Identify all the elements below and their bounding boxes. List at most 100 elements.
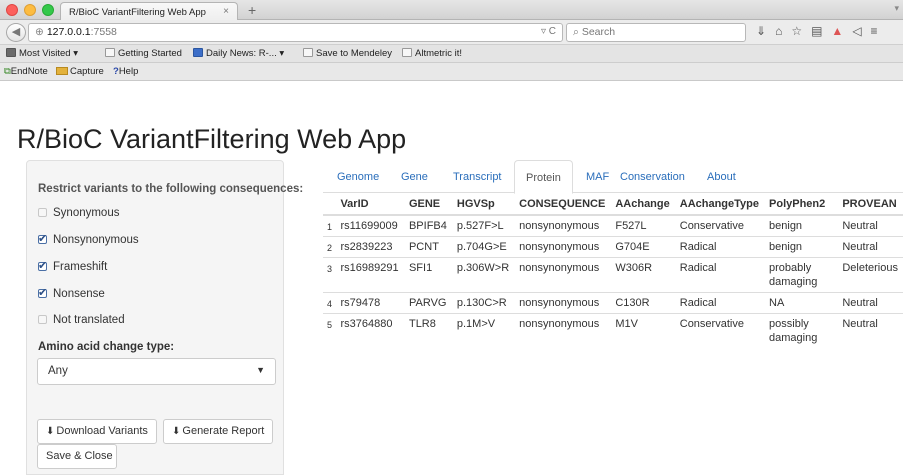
browser-navbar: ◀ ⊕ 127.0.0.1:7558 ▿ C ⌕ Search ⇓⌂☆▤▲◁≡	[0, 20, 903, 45]
cell-hgvsp: p.306W>R	[451, 257, 515, 293]
tab-bar: Genome Gene Transcript Protein MAF Conse…	[323, 160, 903, 194]
table-row[interactable]: 4 rs79478 PARVG p.130C>R nonsynonymous C…	[323, 292, 903, 314]
home-icon[interactable]: ⌂	[775, 24, 791, 38]
new-tab-button[interactable]: +	[248, 2, 256, 18]
tab-protein[interactable]: Protein	[514, 160, 573, 194]
browser-tab[interactable]: R/BioC VariantFiltering Web App ×	[60, 2, 238, 21]
row-number: 3	[323, 257, 336, 293]
search-icon: ⌕	[573, 26, 579, 38]
download-icon: ⬇	[172, 426, 181, 437]
bookmark-mendeley[interactable]: Save to Mendeley	[303, 48, 392, 59]
tab-transcript[interactable]: Transcript	[453, 160, 502, 193]
reading-list-icon[interactable]: ▤	[811, 24, 831, 38]
tab-about[interactable]: About	[707, 160, 736, 193]
menu-icon[interactable]: ≡	[871, 24, 887, 38]
cell-gene: SFI1	[403, 257, 452, 293]
cell-varid: rs2839223	[335, 236, 404, 258]
sidebar-panel: Restrict variants to the following conse…	[26, 160, 303, 475]
table-row[interactable]: 3 rs16989291 SFI1 p.306W>R nonsynonymous…	[323, 257, 903, 293]
column-header-rownum	[323, 193, 336, 216]
cell-consequence: nonsynonymous	[514, 292, 611, 314]
page-icon	[402, 48, 412, 57]
checkbox-nonsynonymous[interactable]: Nonsynonymous	[38, 232, 139, 246]
globe-icon: ⊕	[35, 26, 44, 38]
cell-consequence: nonsynonymous	[514, 313, 611, 348]
checkbox-not-translated[interactable]: Not translated	[38, 314, 125, 326]
cell-polyphen2: benign	[764, 236, 838, 258]
cell-provean: Neutral	[837, 292, 903, 314]
checkbox-frameshift[interactable]: Frameshift	[38, 259, 107, 273]
bookmark-star-icon[interactable]: ☆	[791, 24, 811, 38]
column-header-hgvsp[interactable]: HGVSp	[451, 193, 515, 216]
close-tab-icon[interactable]: ×	[223, 6, 229, 17]
cell-aachangetype: Radical	[674, 236, 765, 258]
column-header-provean[interactable]: PROVEAN	[837, 193, 903, 216]
search-placeholder: Search	[581, 26, 616, 38]
checkbox-box[interactable]	[38, 286, 47, 299]
page-icon	[303, 48, 313, 57]
search-input[interactable]: ⌕ Search	[566, 23, 746, 42]
checkbox-box[interactable]	[38, 315, 47, 324]
maximize-window-button[interactable]	[42, 4, 54, 16]
column-header-polyphen2[interactable]: PolyPhen2	[764, 193, 838, 216]
cell-aachange: F527L	[610, 214, 675, 237]
bookmark-most-visited[interactable]: Most Visited ▾	[6, 48, 78, 59]
cell-provean: Neutral	[837, 236, 903, 258]
page-icon	[105, 48, 115, 57]
download-variants-button[interactable]: ⬇ Download Variants	[37, 419, 157, 444]
cell-varid: rs79478	[335, 292, 404, 314]
addon-icon[interactable]: ▲	[831, 24, 852, 38]
variants-table: VarID GENE HGVSp CONSEQUENCE AAchange AA…	[323, 193, 903, 348]
bookmark-getting-started[interactable]: Getting Started	[105, 48, 182, 59]
checkbox-box[interactable]	[38, 232, 47, 245]
aa-change-type-select[interactable]: Any ▼	[37, 358, 276, 385]
aa-change-type-label: Amino acid change type:	[38, 341, 175, 353]
download-icon[interactable]: ⇓	[756, 24, 775, 38]
column-header-gene[interactable]: GENE	[403, 193, 452, 216]
column-header-consequence[interactable]: CONSEQUENCE	[514, 193, 611, 216]
capture-button[interactable]: Capture	[56, 66, 104, 77]
checkbox-nonsense[interactable]: Nonsense	[38, 286, 105, 300]
checkbox-box[interactable]	[38, 259, 47, 272]
column-header-aachangetype[interactable]: AAchangeType	[674, 193, 765, 216]
folder-icon	[6, 48, 16, 57]
bookmark-daily-news[interactable]: Daily News: R-... ▾	[193, 48, 284, 59]
cell-hgvsp: p.527F>L	[451, 214, 515, 237]
tab-gene[interactable]: Gene	[401, 160, 428, 193]
cell-aachangetype: Conservative	[674, 214, 765, 237]
table-row[interactable]: 2 rs2839223 PCNT p.704G>E nonsynonymous …	[323, 236, 903, 258]
bookmark-altmetric[interactable]: Altmetric it!	[402, 48, 462, 59]
send-icon[interactable]: ◁	[852, 24, 870, 38]
cell-hgvsp: p.704G>E	[451, 236, 515, 258]
table-row[interactable]: 5 rs3764880 TLR8 p.1M>V nonsynonymous M1…	[323, 313, 903, 348]
table-row[interactable]: 1 rs11699009 BPIFB4 p.527F>L nonsynonymo…	[323, 214, 903, 237]
reload-icon[interactable]: ▿ C	[541, 26, 556, 37]
browser-titlebar: R/BioC VariantFiltering Web App × + ▾	[0, 0, 903, 21]
endnote-button[interactable]: ⧉EndNote	[4, 66, 48, 77]
back-button[interactable]: ◀	[6, 23, 26, 42]
tab-maf[interactable]: MAF	[586, 160, 609, 193]
column-header-varid[interactable]: VarID	[335, 193, 404, 216]
column-header-aachange[interactable]: AAchange	[610, 193, 675, 216]
consequence-filter-heading: Restrict variants to the following conse…	[38, 183, 304, 195]
cell-polyphen2: possibly damaging	[764, 313, 838, 348]
url-bar[interactable]: ⊕ 127.0.0.1:7558 ▿ C	[28, 23, 563, 42]
checkbox-box[interactable]	[38, 208, 47, 217]
close-window-button[interactable]	[6, 4, 18, 16]
cell-aachange: G704E	[610, 236, 675, 258]
save-close-button[interactable]: Save & Close	[37, 444, 117, 469]
capture-icon	[56, 67, 68, 75]
tab-list-icon[interactable]: ▾	[894, 3, 899, 14]
tab-genome[interactable]: Genome	[337, 160, 379, 193]
checkbox-synonymous[interactable]: Synonymous	[38, 207, 119, 219]
cell-gene: BPIFB4	[403, 214, 452, 237]
cell-polyphen2: probably damaging	[764, 257, 838, 293]
generate-report-button[interactable]: ⬇ Generate Report	[163, 419, 273, 444]
cell-provean: Deleterious	[837, 257, 903, 293]
addon-bar: ⧉EndNote Capture ?Help	[0, 63, 903, 81]
cell-polyphen2: benign	[764, 214, 838, 237]
minimize-window-button[interactable]	[24, 4, 36, 16]
tab-conservation[interactable]: Conservation	[620, 160, 685, 193]
help-button[interactable]: ?Help	[113, 66, 138, 77]
aa-change-type-value: Any	[48, 365, 68, 377]
